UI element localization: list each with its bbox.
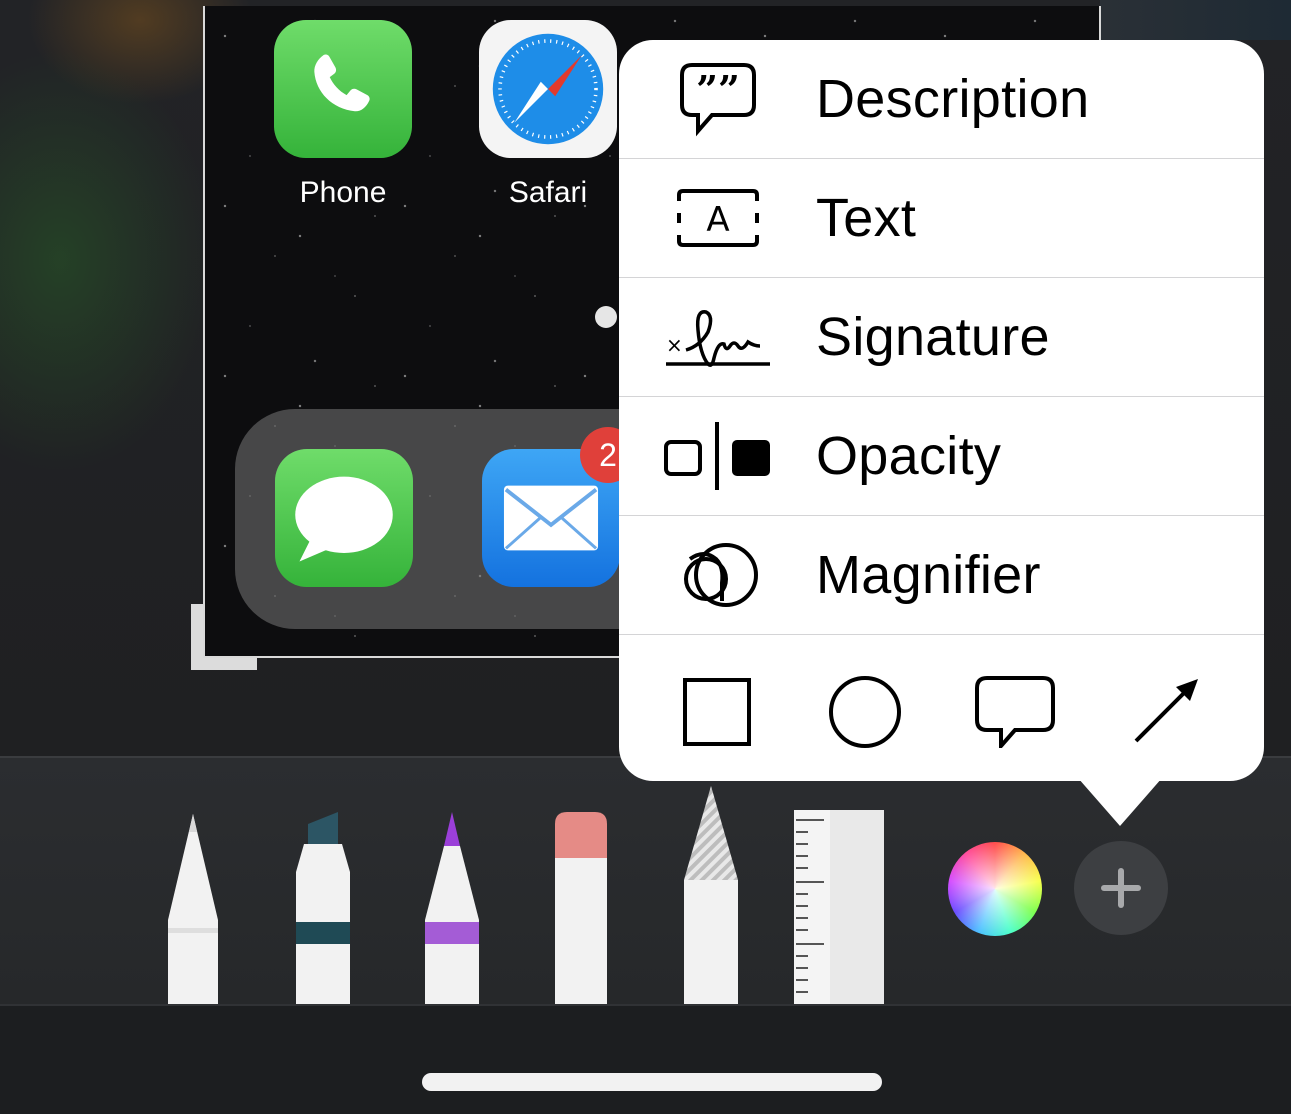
- bottom-bar: [0, 1004, 1291, 1114]
- crop-handle-bottom-left[interactable]: [191, 604, 257, 670]
- svg-text:A: A: [706, 200, 729, 240]
- quote-bubble-icon: ””: [659, 54, 777, 144]
- svg-text:””: ””: [696, 67, 740, 112]
- speech-bubble-shape-icon[interactable]: [965, 662, 1065, 762]
- home-indicator[interactable]: [422, 1073, 882, 1091]
- menu-label-text: Text: [816, 188, 917, 248]
- phone-icon: [274, 20, 412, 158]
- menu-label-magnifier: Magnifier: [816, 545, 1041, 605]
- menu-item-opacity[interactable]: Opacity: [619, 397, 1264, 516]
- color-picker-button[interactable]: [948, 842, 1042, 936]
- mail-envelope-icon[interactable]: 2: [482, 427, 636, 587]
- page-indicator-dot: [595, 306, 617, 328]
- svg-text:×: ×: [666, 333, 683, 357]
- app-phone[interactable]: Phone: [273, 20, 413, 210]
- ruler-tool[interactable]: [794, 810, 884, 1006]
- menu-label-signature: Signature: [816, 307, 1050, 367]
- lasso-tool[interactable]: [682, 784, 740, 1006]
- pencil-tool[interactable]: [423, 810, 481, 1006]
- menu-item-description[interactable]: ”” Description: [619, 40, 1264, 159]
- menu-item-magnifier[interactable]: Magnifier: [619, 516, 1264, 635]
- markup-add-menu: ”” Description A Text × Signature Opacit…: [619, 40, 1264, 781]
- pen-tool[interactable]: [164, 810, 222, 1006]
- shape-row: [619, 636, 1264, 781]
- opacity-icon: [659, 411, 777, 501]
- menu-item-text[interactable]: A Text: [619, 159, 1264, 278]
- add-markup-button[interactable]: [1074, 841, 1168, 935]
- magnifier-icon: [659, 530, 777, 620]
- canvas-edge: [1100, 0, 1291, 40]
- app-label-safari: Safari: [508, 176, 588, 209]
- menu-label-opacity: Opacity: [816, 426, 1002, 486]
- menu-item-signature[interactable]: × Signature: [619, 278, 1264, 397]
- arrow-shape-icon[interactable]: [1115, 662, 1215, 762]
- popover-arrow: [1078, 778, 1162, 826]
- app-label-phone: Phone: [299, 176, 387, 209]
- messages-bubble-icon[interactable]: [275, 449, 413, 587]
- eraser-tool[interactable]: [553, 810, 609, 1006]
- menu-label-description: Description: [816, 69, 1090, 129]
- plus-icon: [1101, 868, 1141, 908]
- text-box-icon: A: [659, 173, 777, 263]
- safari-compass-icon: [479, 20, 617, 158]
- square-shape-icon[interactable]: [667, 662, 767, 762]
- app-safari[interactable]: Safari: [478, 20, 618, 210]
- circle-shape-icon[interactable]: [815, 662, 915, 762]
- marker-tool[interactable]: [294, 810, 352, 1006]
- signature-icon: ×: [659, 292, 777, 382]
